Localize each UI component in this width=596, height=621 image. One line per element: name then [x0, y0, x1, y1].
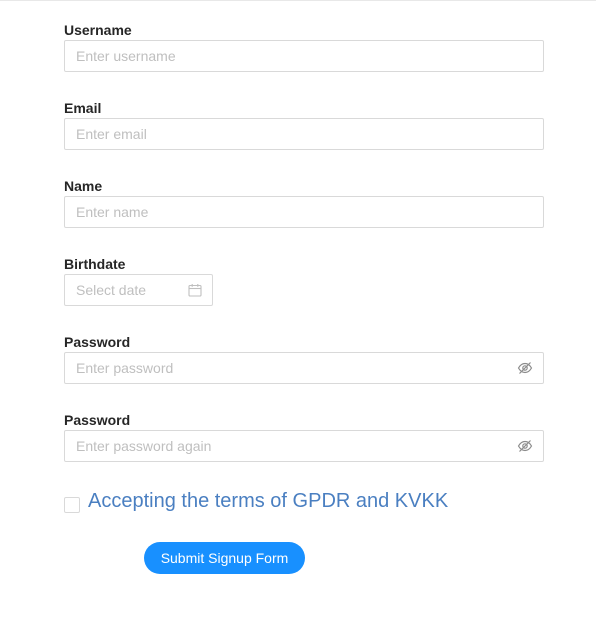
password-input[interactable]: [65, 353, 543, 383]
password-label: Password: [64, 334, 131, 350]
terms-checkbox[interactable]: [64, 497, 80, 513]
name-input-wrapper: [64, 196, 544, 228]
top-divider: [0, 0, 596, 1]
terms-checkbox-label[interactable]: Accepting the terms of GPDR and KVKK: [88, 490, 448, 513]
name-field-group: Name: [64, 176, 544, 228]
password-input-wrapper: [64, 352, 544, 384]
username-input[interactable]: [65, 41, 543, 71]
submit-signup-button[interactable]: Submit Signup Form: [144, 542, 305, 574]
username-field-group: Username: [64, 20, 544, 72]
name-input[interactable]: [65, 197, 543, 227]
username-label: Username: [64, 22, 132, 38]
eye-invisible-icon[interactable]: [517, 360, 533, 376]
eye-invisible-icon[interactable]: [517, 438, 533, 454]
email-field-group: Email: [64, 98, 544, 150]
terms-checkbox-row: Accepting the terms of GPDR and KVKK: [64, 489, 544, 519]
email-input-wrapper: [64, 118, 544, 150]
password-confirm-input-wrapper: [64, 430, 544, 462]
calendar-icon[interactable]: [187, 282, 203, 298]
birthdate-field-group: Birthdate: [64, 254, 213, 306]
username-input-wrapper: [64, 40, 544, 72]
birthdate-picker[interactable]: [64, 274, 213, 306]
password-confirm-field-group: Password: [64, 410, 544, 462]
name-label: Name: [64, 178, 103, 194]
password-confirm-input[interactable]: [65, 431, 543, 461]
email-label: Email: [64, 100, 102, 116]
password-field-group: Password: [64, 332, 544, 384]
password-confirm-label: Password: [64, 412, 131, 428]
birthdate-label: Birthdate: [64, 256, 126, 272]
email-input[interactable]: [65, 119, 543, 149]
